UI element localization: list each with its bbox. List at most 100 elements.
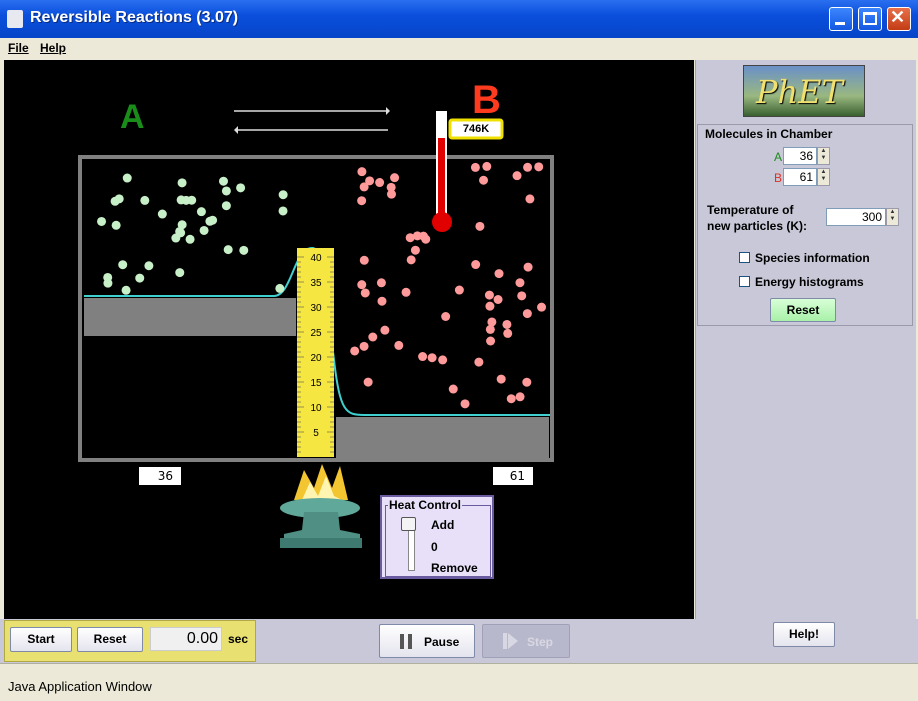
b-particle: [471, 260, 481, 270]
b-particle: [486, 336, 496, 346]
b-particle: [359, 255, 369, 265]
a-particle: [278, 190, 288, 200]
window-title: Reversible Reactions (3.07): [30, 9, 239, 26]
a-particle: [196, 207, 206, 217]
maximize-icon: [863, 12, 877, 25]
menu-help[interactable]: Help: [40, 41, 66, 55]
close-icon: ✕: [890, 7, 906, 27]
b-particle: [537, 302, 547, 312]
b-particle: [470, 162, 480, 172]
b-particle: [380, 325, 390, 335]
b-count-field[interactable]: 61: [783, 168, 817, 186]
temperature-field[interactable]: 300: [826, 208, 886, 226]
minimize-button[interactable]: [829, 7, 853, 31]
heat-slider-thumb[interactable]: [401, 517, 416, 531]
b-particle: [494, 269, 504, 279]
b-particle: [401, 287, 411, 297]
heat-control-panel: Heat Control Add 0 Remove: [380, 495, 494, 579]
species-info-checkbox[interactable]: [739, 252, 750, 263]
b-particle: [406, 255, 416, 265]
b-particle: [357, 280, 367, 290]
b-particle: [410, 245, 420, 255]
b-particle: [484, 290, 494, 300]
left-energy-floor: [84, 298, 296, 336]
b-particle: [454, 285, 464, 295]
pause-icon: [400, 634, 412, 649]
b-particle: [427, 353, 437, 363]
ruler-tick-label: 25: [310, 328, 322, 339]
b-particle: [365, 176, 375, 186]
b-count-spinner[interactable]: ▲ ▼: [817, 168, 830, 186]
temperature-spinner[interactable]: ▲ ▼: [886, 208, 899, 226]
b-particle: [475, 221, 485, 231]
minimize-icon: [835, 22, 845, 25]
pause-button[interactable]: Pause: [379, 624, 475, 658]
a-particle: [140, 195, 150, 205]
a-particle: [175, 268, 185, 278]
species-a-label: A: [120, 98, 145, 136]
a-particle: [221, 201, 231, 211]
b-particle: [368, 332, 378, 342]
a-count-spinner[interactable]: ▲ ▼: [817, 147, 830, 165]
a-particle: [181, 195, 191, 205]
a-particle: [199, 225, 209, 235]
b-particle: [418, 352, 428, 362]
a-particle: [121, 285, 131, 295]
b-particle: [357, 167, 367, 177]
a-particle: [97, 216, 107, 226]
a-particle: [177, 178, 187, 188]
a-particle: [218, 176, 228, 186]
species-info-label[interactable]: Species information: [755, 251, 870, 265]
clock-reset-button[interactable]: Reset: [77, 627, 143, 652]
b-particle: [375, 178, 385, 188]
burner-icon: [280, 464, 362, 548]
b-particle: [386, 189, 396, 199]
b-particle: [448, 384, 458, 394]
temperature-label-2: new particles (K):: [707, 219, 808, 233]
b-particle: [496, 374, 506, 384]
a-count-label: A: [774, 150, 783, 164]
count-b-box: 61: [493, 467, 533, 485]
b-particle: [485, 324, 495, 334]
count-a-box: 36: [139, 467, 181, 485]
ruler-tick-label: 10: [310, 403, 322, 414]
a-particle: [111, 220, 121, 230]
step-button[interactable]: Step: [482, 624, 570, 658]
a-particle: [275, 283, 285, 293]
phet-logo[interactable]: PhET: [743, 65, 865, 117]
energy-histograms-checkbox[interactable]: [739, 276, 750, 287]
b-particle: [502, 319, 512, 329]
b-particle: [523, 262, 533, 272]
a-particle: [223, 245, 233, 255]
heat-control-title: Heat Control: [388, 498, 462, 512]
b-count-label: B: [774, 171, 783, 185]
b-particle: [515, 392, 525, 402]
b-particle: [438, 355, 448, 365]
a-particle: [236, 183, 246, 193]
energy-histograms-label[interactable]: Energy histograms: [755, 275, 864, 289]
ruler-tick-label: 5: [313, 428, 319, 439]
b-particle: [523, 162, 533, 172]
phet-logo-text: PhET: [756, 73, 843, 111]
step-label: Step: [527, 635, 554, 649]
heat-remove-label: Remove: [431, 561, 478, 575]
a-particle: [135, 273, 145, 283]
step-arrow-icon: [508, 633, 518, 649]
help-button[interactable]: Help!: [773, 622, 835, 647]
pause-label: Pause: [424, 635, 460, 649]
menu-file[interactable]: File: [8, 41, 29, 55]
thermometer-readout: 746K: [462, 123, 490, 135]
close-button[interactable]: ✕: [887, 7, 911, 31]
b-particle: [522, 377, 532, 387]
b-particle: [359, 341, 369, 351]
ruler-tick-label: 20: [310, 353, 322, 364]
b-particle: [487, 317, 497, 327]
start-button[interactable]: Start: [10, 627, 72, 652]
status-bar: Java Application Window: [0, 663, 918, 701]
panel-reset-button[interactable]: Reset: [770, 298, 836, 322]
a-count-field[interactable]: 36: [783, 147, 817, 165]
ruler-tick-label: 30: [310, 303, 322, 314]
ruler-tick-label: 35: [310, 278, 322, 289]
simulation-canvas: 40 35 30 25 20 15 10 5 A B 746K 36 61 Heat Cont…: [4, 60, 694, 619]
maximize-button[interactable]: [858, 7, 882, 31]
